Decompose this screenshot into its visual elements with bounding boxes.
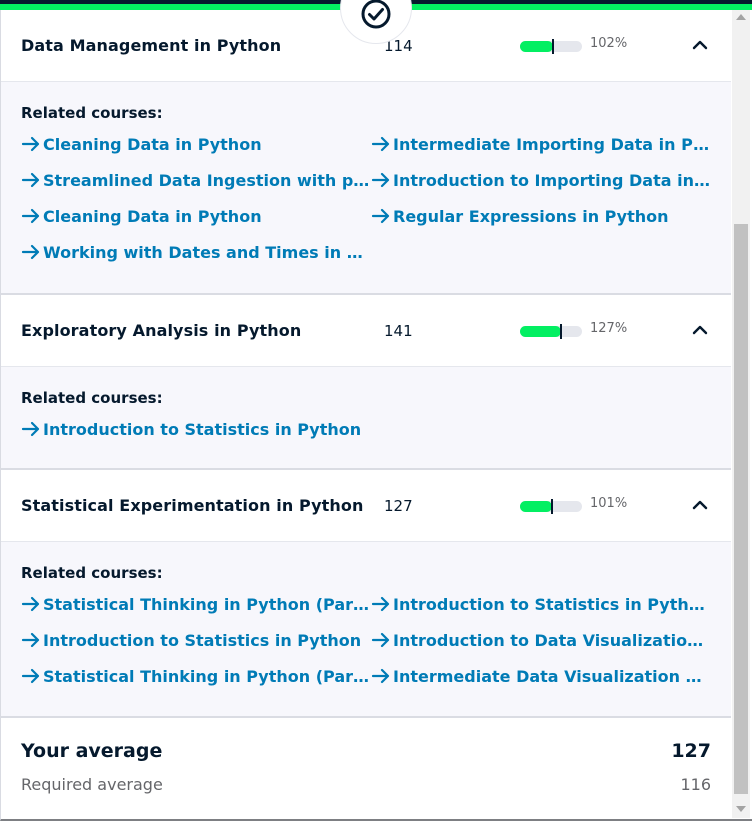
section-title: Data Management in Python — [21, 36, 282, 55]
related-course-title: Regular Expressions in Python — [393, 206, 669, 226]
arrow-right-icon — [371, 172, 393, 188]
chevron-up-icon[interactable] — [691, 323, 709, 337]
assessment-breakdown: Data Management in Python 114 102% Relat… — [1, 10, 731, 818]
related-course-title: Introduction to Statistics in Python — [43, 630, 362, 650]
progress-percent: 101% — [590, 496, 628, 511]
related-courses-list: Cleaning Data in Python Intermediate Impo… — [21, 132, 711, 264]
related-courses-list: Introduction to Statistics in Python — [21, 417, 711, 441]
progress-bar — [520, 324, 582, 339]
arrow-right-icon — [371, 208, 393, 224]
section-score: 141 — [384, 322, 413, 340]
scrollbar-thumb[interactable] — [734, 224, 748, 794]
arrow-right-icon — [371, 596, 393, 612]
progress-marker — [559, 324, 562, 339]
related-course-link[interactable]: Cleaning Data in Python — [21, 132, 371, 156]
progress-marker — [551, 39, 554, 54]
scroll-up-arrow-icon[interactable] — [736, 14, 746, 20]
related-course-title: Intermediate Importing Data in Pyt... — [393, 134, 711, 154]
arrow-right-icon — [371, 136, 393, 152]
related-courses-label: Related courses: — [21, 389, 163, 407]
required-average-label: Required average — [21, 775, 163, 794]
arrow-right-icon — [371, 632, 393, 648]
chevron-up-icon[interactable] — [691, 498, 709, 512]
arrow-right-icon — [21, 596, 43, 612]
related-course-title: Introduction to Statistics in Python — [43, 419, 362, 439]
progress-fill — [520, 41, 553, 52]
arrow-right-icon — [21, 632, 43, 648]
section-title: Statistical Experimentation in Python — [21, 496, 364, 515]
arrow-right-icon — [21, 244, 43, 260]
related-course-link[interactable]: Working with Dates and Times in P... — [21, 240, 371, 264]
progress-bar — [520, 39, 582, 54]
arrow-right-icon — [21, 668, 43, 684]
related-course-link[interactable]: Statistical Thinking in Python (Part 1) — [21, 664, 371, 688]
related-courses-label: Related courses: — [21, 104, 163, 122]
related-course-link[interactable]: Intermediate Data Visualization wit... — [371, 664, 711, 688]
related-course-link[interactable]: Intermediate Importing Data in Pyt... — [371, 132, 711, 156]
progress-percent: 127% — [590, 321, 628, 336]
average-summary: Your average 127 Required average 116 — [1, 718, 731, 818]
arrow-right-icon — [21, 136, 43, 152]
related-courses-panel: Related courses: Statistical Thinking in… — [1, 542, 731, 718]
progress-marker — [551, 499, 554, 514]
chevron-up-icon[interactable] — [691, 38, 709, 52]
related-course-link[interactable]: Introduction to Data Visualization w... — [371, 628, 711, 652]
arrow-right-icon — [21, 208, 43, 224]
related-course-title: Working with Dates and Times in P... — [43, 242, 371, 262]
your-average-value: 127 — [671, 740, 711, 762]
related-course-link[interactable]: Cleaning Data in Python — [21, 204, 371, 228]
related-course-link[interactable]: Statistical Thinking in Python (Part 2) — [21, 592, 371, 616]
progress-bar — [520, 499, 582, 514]
related-courses-panel: Related courses: Introduction to Statist… — [1, 367, 731, 470]
your-average-label: Your average — [21, 740, 163, 762]
related-courses-label: Related courses: — [21, 564, 163, 582]
section-header[interactable]: Statistical Experimentation in Python 12… — [1, 470, 731, 542]
related-course-title: Introduction to Importing Data in P... — [393, 170, 711, 190]
required-average-value: 116 — [680, 775, 711, 794]
related-course-title: Intermediate Data Visualization wit... — [393, 666, 711, 686]
related-course-title: Statistical Thinking in Python (Part 2) — [43, 594, 371, 614]
related-courses-list: Statistical Thinking in Python (Part 2) I… — [21, 592, 711, 688]
related-course-title: Cleaning Data in Python — [43, 134, 262, 154]
related-course-title: Cleaning Data in Python — [43, 206, 262, 226]
related-course-link[interactable]: Introduction to Statistics in Python — [21, 417, 371, 441]
related-course-link[interactable]: Introduction to Importing Data in P... — [371, 168, 711, 192]
related-courses-panel: Related courses: Cleaning Data in Python… — [1, 82, 731, 295]
progress-fill — [520, 326, 561, 337]
related-course-title: Statistical Thinking in Python (Part 1) — [43, 666, 371, 686]
related-course-link[interactable]: Streamlined Data Ingestion with pa... — [21, 168, 371, 192]
related-course-title: Introduction to Statistics in Python — [393, 594, 711, 614]
arrow-right-icon — [371, 668, 393, 684]
check-circle-icon — [361, 0, 391, 29]
related-course-title: Streamlined Data Ingestion with pa... — [43, 170, 371, 190]
progress-percent: 102% — [590, 36, 628, 51]
arrow-right-icon — [21, 421, 43, 437]
related-course-link[interactable]: Introduction to Statistics in Python — [21, 628, 371, 652]
related-course-link[interactable]: Regular Expressions in Python — [371, 204, 711, 228]
related-course-title: Introduction to Data Visualization w... — [393, 630, 711, 650]
related-course-link[interactable]: Introduction to Statistics in Python — [371, 592, 711, 616]
progress-fill — [520, 501, 553, 512]
vertical-scrollbar[interactable] — [732, 10, 750, 818]
scroll-down-arrow-icon[interactable] — [736, 806, 746, 812]
section-score: 127 — [384, 497, 413, 515]
arrow-right-icon — [21, 172, 43, 188]
section-header[interactable]: Exploratory Analysis in Python 141 127% — [1, 295, 731, 367]
section-title: Exploratory Analysis in Python — [21, 321, 302, 340]
